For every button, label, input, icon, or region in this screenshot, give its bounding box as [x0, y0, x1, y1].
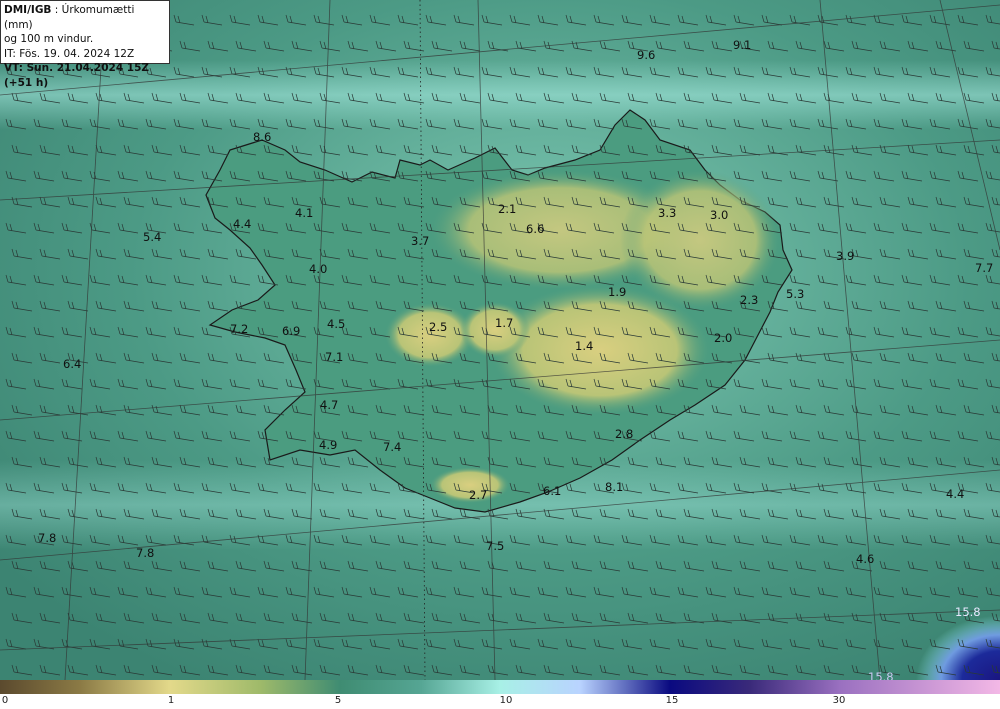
value-label: 2.5 — [429, 320, 447, 334]
value-label: 9.6 — [637, 48, 655, 62]
dry-area-east — [620, 170, 780, 310]
value-label: 4.9 — [319, 438, 337, 452]
value-label: 3.9 — [836, 249, 854, 263]
value-label: 2.0 — [714, 331, 732, 345]
value-label: 7.4 — [383, 440, 401, 454]
colorbar-tick: 15 — [665, 695, 679, 706]
colorbar-tick: 5 — [334, 695, 342, 706]
value-label: 3.7 — [411, 234, 429, 248]
value-label: 2.7 — [469, 488, 487, 502]
value-label: 6.6 — [526, 222, 544, 236]
value-label: 2.3 — [740, 293, 758, 307]
colorbar-labels: 0 1 5 10 15 30 — [0, 694, 1000, 709]
source-label: DMI/IGB — [4, 4, 52, 16]
forecast-info-box: DMI/IGB : Úrkomumætti (mm) og 100 m vind… — [0, 0, 170, 89]
dry-area-glacier — [460, 302, 530, 358]
value-label: 15.8 — [955, 605, 981, 619]
value-label: 3.0 — [710, 208, 728, 222]
precipitation-map: 9.6 9.1 8.6 4.1 4.4 5.4 2.1 6.6 3.3 3.0 … — [0, 0, 1000, 680]
colorbar-tick: 0 — [1, 695, 9, 706]
value-label: 4.4 — [946, 487, 964, 501]
colorbar-tick: 1 — [167, 695, 175, 706]
value-label: 6.9 — [282, 324, 300, 338]
value-label: 9.1 — [733, 38, 751, 52]
value-label: 2.1 — [498, 202, 516, 216]
value-label: 7.8 — [38, 531, 56, 545]
value-label: 15.8 — [868, 670, 894, 680]
value-label: 2.8 — [615, 427, 633, 441]
value-label: 4.7 — [320, 398, 338, 412]
value-label: 7.8 — [136, 546, 154, 560]
value-label: 4.0 — [309, 262, 327, 276]
parameter-line-2: og 100 m vindur. — [4, 33, 94, 45]
value-label: 7.7 — [975, 261, 993, 275]
value-label: 4.4 — [233, 217, 251, 231]
value-label: 7.5 — [486, 539, 504, 553]
value-label: 8.1 — [605, 480, 623, 494]
value-label: 1.4 — [575, 339, 593, 353]
value-label: 7.1 — [325, 350, 343, 364]
value-label: 4.6 — [856, 552, 874, 566]
value-label: 8.6 — [253, 130, 271, 144]
initial-time: IT: Fös. 19. 04. 2024 12Z — [4, 47, 135, 60]
value-label: 6.4 — [63, 357, 81, 371]
colorbar-tick: 30 — [832, 695, 846, 706]
value-label: 4.1 — [295, 206, 313, 220]
colorbar — [0, 680, 1000, 694]
valid-time: VT: Sun. 21.04.2024 15Z (+51 h) — [4, 62, 150, 89]
title-line: DMI/IGB : Úrkomumætti (mm) — [4, 4, 135, 31]
value-label: 5.4 — [143, 230, 161, 244]
colorbar-gradient — [0, 680, 1000, 694]
value-label: 1.9 — [608, 285, 626, 299]
value-label: 1.7 — [495, 316, 513, 330]
value-label: 5.3 — [786, 287, 804, 301]
value-label: 7.2 — [230, 322, 248, 336]
dry-area-central — [490, 285, 710, 415]
value-label: 3.3 — [658, 206, 676, 220]
value-label: 6.1 — [543, 484, 561, 498]
colorbar-tick: 10 — [499, 695, 513, 706]
value-label: 4.5 — [327, 317, 345, 331]
